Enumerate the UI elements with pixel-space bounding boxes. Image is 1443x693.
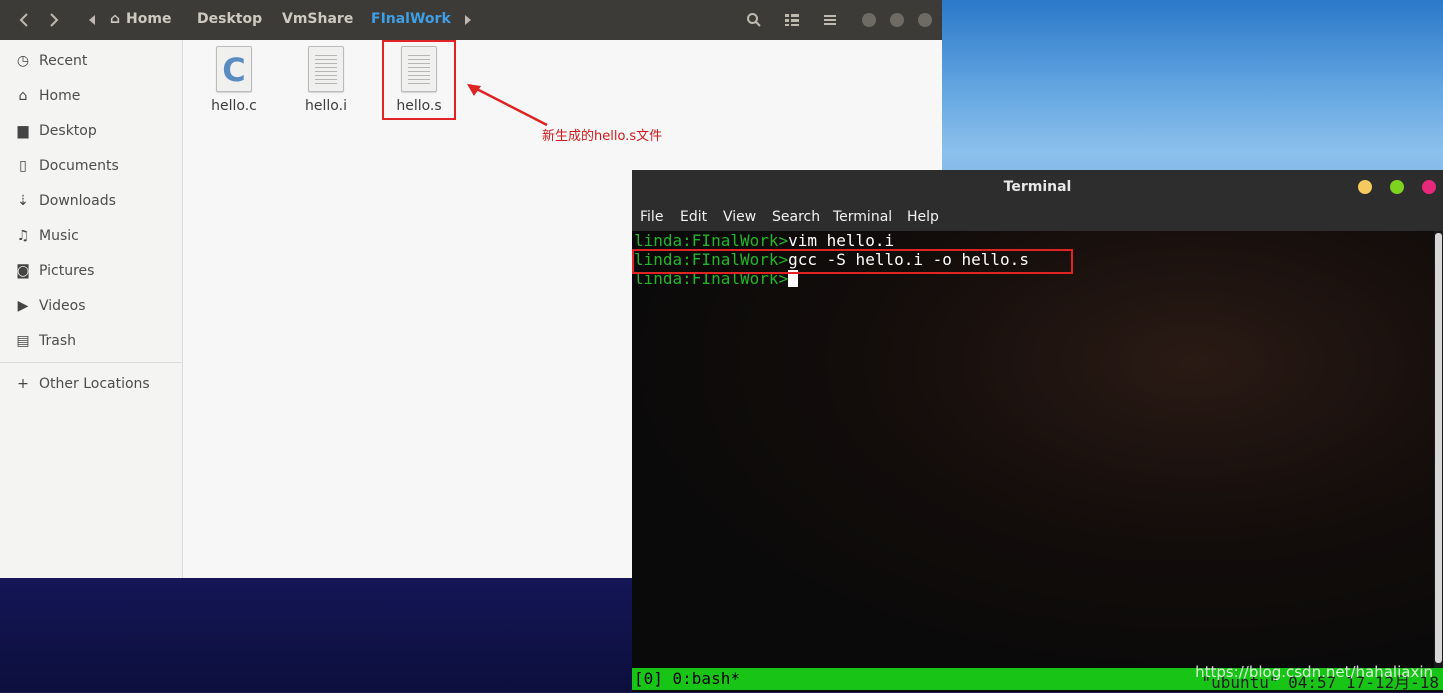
search-icon bbox=[747, 13, 761, 27]
sidebar-item-downloads[interactable]: ⇣ Downloads bbox=[0, 183, 182, 218]
maximize-button[interactable] bbox=[1390, 180, 1404, 194]
terminal-scrollbar[interactable] bbox=[1434, 231, 1443, 668]
sidebar-item-label: Pictures bbox=[39, 262, 95, 279]
breadcrumb-vmshare[interactable]: VmShare bbox=[282, 11, 353, 27]
desktop-wallpaper-bottom bbox=[0, 578, 632, 692]
c-source-file-icon: C bbox=[216, 46, 252, 92]
terminal-output[interactable]: linda:FInalWork>vim hello.i linda:FInalW… bbox=[632, 231, 1434, 668]
sidebar-item-label: Documents bbox=[39, 157, 119, 174]
terminal-window: Terminal File Edit View Search Terminal … bbox=[632, 170, 1443, 692]
plus-icon: + bbox=[17, 375, 29, 392]
sidebar-item-videos[interactable]: ▶ Videos bbox=[0, 288, 182, 323]
trash-icon: ▤ bbox=[16, 332, 30, 349]
list-view-icon bbox=[785, 14, 799, 26]
sidebar-separator bbox=[0, 362, 182, 363]
breadcrumb-finalwork[interactable]: FInalWork bbox=[371, 11, 451, 27]
breadcrumb-scroll-left[interactable] bbox=[80, 8, 104, 32]
chevron-left-icon bbox=[19, 13, 28, 27]
triangle-right-icon bbox=[465, 15, 471, 25]
menu-view[interactable]: View bbox=[723, 209, 756, 225]
maximize-button[interactable] bbox=[890, 13, 904, 27]
folder-icon: ▆ bbox=[17, 122, 29, 139]
terminal-menubar: File Edit View Search Terminal Help bbox=[632, 204, 1443, 231]
sidebar-item-label: Downloads bbox=[39, 192, 116, 209]
chevron-right-icon bbox=[50, 13, 59, 27]
back-button[interactable] bbox=[12, 8, 36, 32]
highlight-box bbox=[632, 249, 1073, 274]
menu-file[interactable]: File bbox=[640, 209, 663, 225]
camera-icon: ◙ bbox=[16, 262, 30, 279]
clock-icon: ◷ bbox=[16, 52, 30, 69]
sidebar-item-label: Home bbox=[39, 87, 81, 104]
download-icon: ⇣ bbox=[17, 192, 29, 209]
menu-help[interactable]: Help bbox=[907, 209, 939, 225]
sidebar-item-label: Desktop bbox=[39, 122, 97, 139]
sidebar-item-label: Other Locations bbox=[39, 375, 150, 392]
sidebar-item-other-locations[interactable]: + Other Locations bbox=[0, 366, 182, 401]
close-button[interactable] bbox=[918, 13, 932, 27]
sidebar-item-desktop[interactable]: ▆ Desktop bbox=[0, 113, 182, 148]
breadcrumb-home-label: Home bbox=[126, 11, 172, 27]
breadcrumb-desktop[interactable]: Desktop bbox=[197, 11, 262, 27]
video-icon: ▶ bbox=[17, 297, 29, 314]
home-icon: ⌂ bbox=[110, 11, 121, 27]
annotation-arrow-icon bbox=[467, 83, 548, 127]
minimize-button[interactable] bbox=[1358, 180, 1372, 194]
places-sidebar: ◷ Recent ⌂ Home ▆ Desktop ▯ Documents ⇣ … bbox=[0, 40, 183, 578]
close-button[interactable] bbox=[1422, 180, 1436, 194]
menu-button[interactable] bbox=[820, 10, 840, 30]
file-name: hello.i bbox=[305, 98, 347, 114]
scrollbar-thumb[interactable] bbox=[1435, 233, 1442, 663]
forward-button[interactable] bbox=[42, 8, 66, 32]
menu-search[interactable]: Search bbox=[772, 209, 820, 225]
highlight-box bbox=[382, 40, 456, 120]
window-title: Terminal bbox=[1003, 179, 1072, 195]
text-file-icon bbox=[308, 46, 344, 92]
annotation-label: 新生成的hello.s文件 bbox=[542, 129, 663, 144]
music-icon: ♫ bbox=[16, 227, 30, 244]
sidebar-item-label: Videos bbox=[39, 297, 86, 314]
sidebar-item-recent[interactable]: ◷ Recent bbox=[0, 43, 182, 78]
terminal-titlebar: Terminal bbox=[632, 170, 1443, 204]
sidebar-item-label: Trash bbox=[39, 332, 76, 349]
file-hello-i[interactable]: hello.i bbox=[292, 40, 360, 114]
shell-prompt: linda:FInalWork> bbox=[634, 231, 789, 250]
shell-command: vim hello.i bbox=[788, 231, 895, 250]
hamburger-icon bbox=[824, 15, 836, 25]
file-hello-c[interactable]: C hello.c bbox=[200, 40, 268, 114]
menu-terminal[interactable]: Terminal bbox=[833, 209, 892, 225]
sidebar-item-label: Recent bbox=[39, 52, 88, 69]
view-options-button[interactable] bbox=[782, 10, 802, 30]
file-name: hello.c bbox=[211, 98, 257, 114]
sidebar-item-label: Music bbox=[39, 227, 79, 244]
home-icon: ⌂ bbox=[18, 87, 28, 104]
document-icon: ▯ bbox=[19, 157, 27, 174]
minimize-button[interactable] bbox=[862, 13, 876, 27]
search-button[interactable] bbox=[744, 10, 764, 30]
sidebar-item-documents[interactable]: ▯ Documents bbox=[0, 148, 182, 183]
terminal-line: linda:FInalWork>vim hello.i bbox=[634, 231, 894, 250]
breadcrumb-home[interactable]: ⌂ Home bbox=[110, 11, 171, 27]
triangle-left-icon bbox=[89, 15, 95, 25]
menu-edit[interactable]: Edit bbox=[680, 209, 707, 225]
tmux-window-list: [0] 0:bash* bbox=[634, 669, 740, 688]
sidebar-item-music[interactable]: ♫ Music bbox=[0, 218, 182, 253]
sidebar-item-pictures[interactable]: ◙ Pictures bbox=[0, 253, 182, 288]
sidebar-item-home[interactable]: ⌂ Home bbox=[0, 78, 182, 113]
breadcrumb-scroll-right[interactable] bbox=[456, 8, 480, 32]
sidebar-item-trash[interactable]: ▤ Trash bbox=[0, 323, 182, 358]
watermark: https://blog.csdn.net/hahaliaxin bbox=[1195, 663, 1433, 681]
files-headerbar: ⌂ Home Desktop VmShare FInalWork bbox=[0, 0, 942, 40]
